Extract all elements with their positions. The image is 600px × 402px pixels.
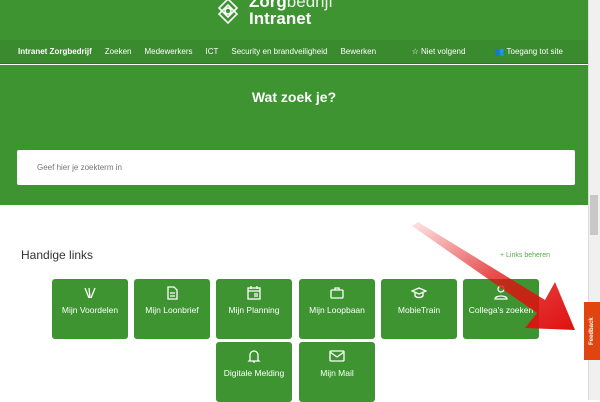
quick-link-tile[interactable]: Mijn Voordelen <box>52 279 128 339</box>
quick-link-label: Mijn Loopbaan <box>309 305 365 315</box>
quick-link-label: Mijn Loonbrief <box>145 305 199 315</box>
mail-icon <box>329 350 345 362</box>
quick-link-tile[interactable]: MobieTrain <box>381 279 457 339</box>
briefcase-icon <box>330 287 344 299</box>
quick-link-tile[interactable]: Mijn Loonbrief <box>134 279 210 339</box>
quick-link-tile[interactable]: Mijn Mail <box>299 342 375 402</box>
star-icon: ☆ <box>411 47 419 56</box>
top-navigation: Intranet Zorgbedrijf Zoeken Medewerkers … <box>0 40 588 64</box>
quick-link-label: Collega's zoeken <box>468 305 534 315</box>
nav-bewerken[interactable]: Bewerken <box>340 47 376 56</box>
calendar-icon <box>247 286 261 300</box>
search-input[interactable] <box>17 150 575 185</box>
nav-security[interactable]: Security en brandveiligheid <box>231 47 327 56</box>
nav-home[interactable]: Intranet Zorgbedrijf <box>18 47 92 56</box>
quick-link-label: Mijn Mail <box>320 368 354 378</box>
quick-link-label: Mijn Voordelen <box>61 305 119 315</box>
site-access-label: Toegang tot site <box>506 47 563 56</box>
search-hero: Wat zoek je? <box>0 65 588 205</box>
scrollbar-thumb[interactable] <box>590 195 598 235</box>
nav-medewerkers[interactable]: Medewerkers <box>144 47 192 56</box>
quick-link-label: Mijn Planning <box>228 305 280 315</box>
follow-label: Niet volgend <box>420 47 466 56</box>
quick-link-label: MobieTrain <box>397 305 441 315</box>
follow-button[interactable]: ☆ Niet volgend <box>412 47 466 56</box>
logo-knot-icon <box>217 0 239 24</box>
people-icon: 👥 <box>494 47 505 56</box>
site-header: Zorgbedrijf Intranet <box>0 0 588 40</box>
hero-title: Wat zoek je? <box>251 89 337 105</box>
manage-links-link[interactable]: + Links beheren <box>500 252 550 259</box>
quick-link-label: Digitale Melding <box>223 368 285 378</box>
feedback-button[interactable]: Feedback <box>584 302 600 360</box>
bell-icon <box>247 350 261 363</box>
quick-link-tile[interactable]: Collega's zoeken <box>463 279 539 339</box>
document-icon <box>167 286 178 300</box>
logo-subtitle: Intranet <box>249 9 312 28</box>
nav-ict[interactable]: ICT <box>205 47 218 56</box>
person-icon <box>494 285 508 300</box>
logo[interactable]: Zorgbedrijf Intranet <box>213 0 333 27</box>
cards-icon <box>84 287 96 299</box>
quick-link-tile[interactable]: Mijn Loopbaan <box>299 279 375 339</box>
quick-link-tile[interactable]: Digitale Melding <box>216 342 292 402</box>
nav-zoeken[interactable]: Zoeken <box>105 47 132 56</box>
quick-link-tile[interactable]: Mijn Planning <box>216 279 292 339</box>
section-title: Handige links <box>21 248 94 262</box>
logo-text-light: bedrijf <box>286 0 334 11</box>
site-access-button[interactable]: 👥 Toegang tot site <box>494 47 563 56</box>
graduation-cap-icon <box>411 287 427 299</box>
